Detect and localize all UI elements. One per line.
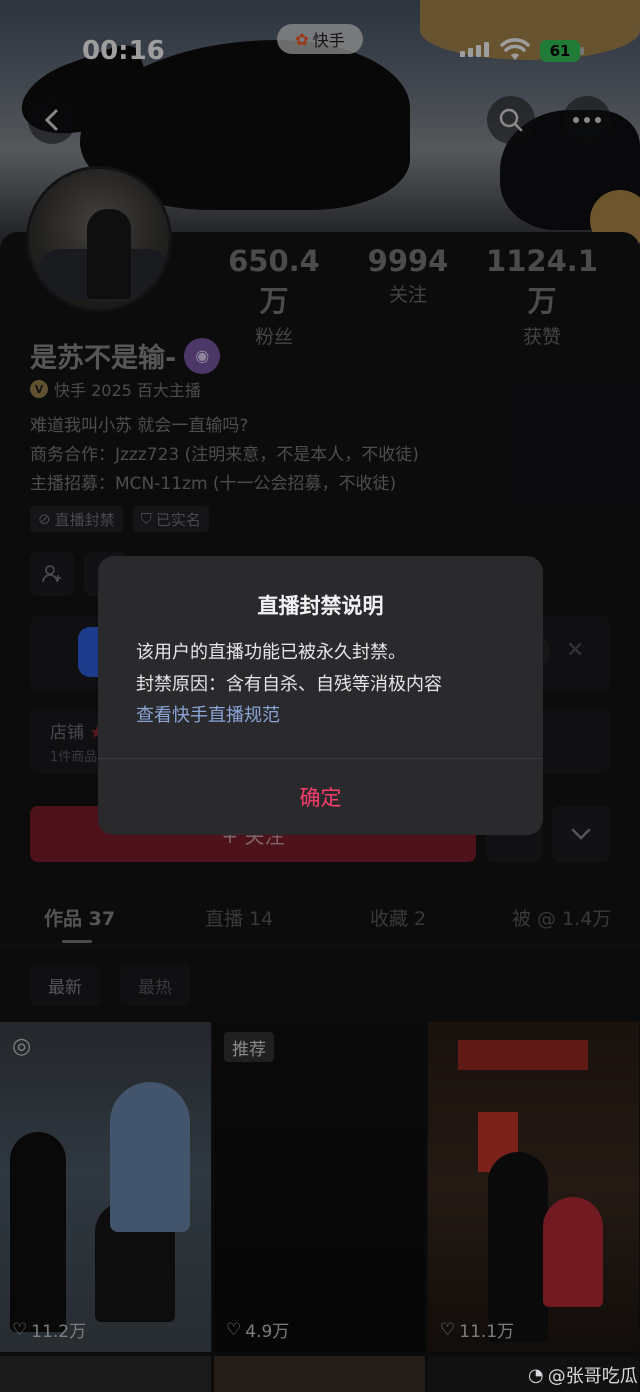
- watermark: ◔ @张哥吃瓜: [528, 1362, 638, 1388]
- dialog-message: 该用户的直播功能已被永久封禁。: [136, 642, 406, 663]
- weibo-icon: ◔: [528, 1364, 544, 1386]
- dialog-reason: 封禁原因：含有自杀、自残等消极内容: [136, 674, 442, 695]
- watermark-text: @张哥吃瓜: [547, 1366, 638, 1387]
- confirm-button[interactable]: 确定: [98, 759, 543, 835]
- ban-dialog: 直播封禁说明 该用户的直播功能已被永久封禁。 封禁原因：含有自杀、自残等消极内容…: [98, 556, 543, 835]
- profile-page: 00:16 ✿ 快手 61 650.4万 粉丝 9994 关注 1124.1万 …: [0, 0, 640, 1392]
- dialog-title: 直播封禁说明: [257, 594, 384, 618]
- dialog-rules-link[interactable]: 查看快手直播规范: [136, 701, 280, 727]
